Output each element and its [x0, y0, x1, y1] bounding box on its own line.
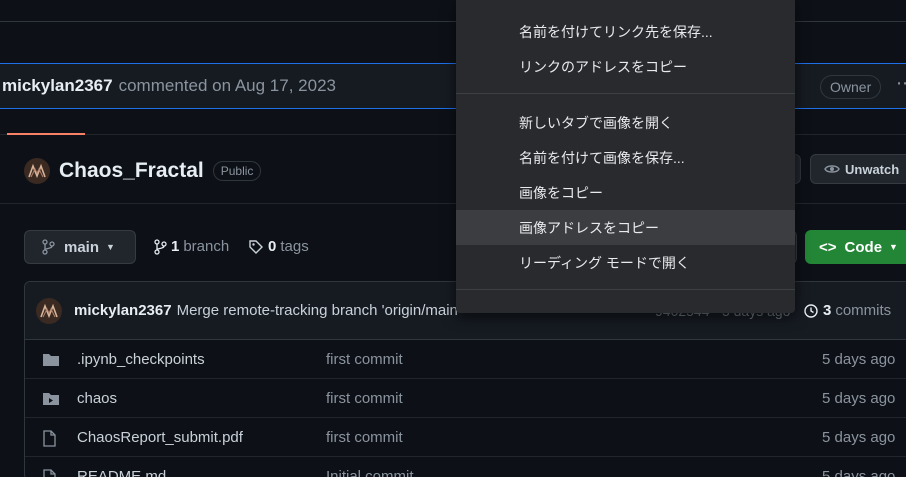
- unwatch-label: Unwatch: [845, 161, 900, 177]
- tag-count-label: tags: [280, 238, 309, 255]
- branch-icon: [42, 239, 55, 255]
- commit-author-avatar: [36, 297, 62, 324]
- file-name[interactable]: README.md: [77, 468, 166, 477]
- history-icon: [804, 303, 818, 318]
- code-icon: <>: [819, 238, 837, 256]
- menu-item-copy-image[interactable]: 画像をコピー: [456, 175, 795, 210]
- file-row[interactable]: .ipynb_checkpoints first commit 5 days a…: [25, 340, 906, 379]
- file-age: 5 days ago: [822, 429, 896, 446]
- branch-count: 1: [171, 238, 180, 255]
- comment-timestamp[interactable]: commented on Aug 17, 2023: [119, 76, 336, 96]
- menu-item-copy-link-address[interactable]: リンクのアドレスをコピー: [456, 49, 795, 84]
- tag-icon: [249, 239, 263, 254]
- tags-link[interactable]: 0 tags: [248, 238, 309, 255]
- file-commit-message[interactable]: Initial commit: [326, 468, 414, 477]
- unwatch-button[interactable]: Unwatch: [810, 154, 906, 184]
- menu-separator: [456, 289, 795, 290]
- submodule-icon: [42, 391, 60, 410]
- menu-item-copy-image-address[interactable]: 画像アドレスをコピー: [456, 210, 795, 245]
- repo-name[interactable]: Chaos_Fractal: [59, 159, 204, 183]
- commits-link[interactable]: 3 commits: [803, 302, 891, 319]
- kebab-menu-icon[interactable]: ⋯: [896, 73, 906, 94]
- file-row[interactable]: ChaosReport_submit.pdf first commit 5 da…: [25, 418, 906, 457]
- branch-select-button[interactable]: main ▼: [24, 230, 136, 264]
- file-age: 5 days ago: [822, 351, 896, 368]
- file-icon: [42, 469, 57, 477]
- menu-item-save-link-as[interactable]: 名前を付けてリンク先を保存...: [456, 14, 795, 49]
- file-commit-message[interactable]: first commit: [326, 429, 403, 446]
- branch-icon: [154, 238, 167, 255]
- tag-count: 0: [268, 238, 277, 255]
- folder-icon: [42, 352, 60, 371]
- active-tab-indicator: [7, 133, 85, 135]
- chevron-down-icon: ▼: [889, 242, 898, 252]
- file-row[interactable]: chaos first commit 5 days ago: [25, 379, 906, 418]
- owner-badge: Owner: [820, 75, 882, 99]
- commit-count: 3: [823, 302, 832, 319]
- comment-author-link[interactable]: mickylan2367: [2, 76, 113, 96]
- visibility-badge: Public: [212, 161, 262, 181]
- menu-item-open-reading-mode[interactable]: リーディング モードで開く: [456, 245, 795, 280]
- branches-link[interactable]: 1 branch: [153, 238, 229, 255]
- file-name[interactable]: .ipynb_checkpoints: [77, 351, 205, 368]
- commit-count-label: commits: [835, 302, 892, 319]
- branch-name: main: [64, 238, 100, 256]
- repo-title-row: Chaos_Fractal Public: [24, 155, 262, 187]
- chevron-down-icon: ▼: [106, 242, 115, 252]
- file-age: 5 days ago: [822, 468, 896, 477]
- file-name[interactable]: ChaosReport_submit.pdf: [77, 429, 243, 446]
- commit-message[interactable]: Merge remote-tracking branch 'origin/mai…: [177, 302, 458, 319]
- code-button[interactable]: <> Code ▼: [805, 230, 906, 264]
- menu-item-open-image-new-tab[interactable]: 新しいタブで画像を開く: [456, 105, 795, 140]
- file-commit-message[interactable]: first commit: [326, 351, 403, 368]
- context-menu: 名前を付けてリンク先を保存... リンクのアドレスをコピー 新しいタブで画像を開…: [456, 0, 795, 313]
- file-icon: [42, 430, 57, 451]
- eye-icon: [824, 165, 840, 173]
- file-commit-message[interactable]: first commit: [326, 390, 403, 407]
- code-button-label: Code: [844, 238, 883, 256]
- menu-item-save-image-as[interactable]: 名前を付けて画像を保存...: [456, 140, 795, 175]
- file-age: 5 days ago: [822, 390, 896, 407]
- commit-author[interactable]: mickylan2367: [74, 302, 172, 319]
- branch-count-label: branch: [183, 238, 230, 255]
- file-row[interactable]: README.md Initial commit 5 days ago: [25, 457, 906, 477]
- file-name[interactable]: chaos: [77, 390, 117, 407]
- menu-separator: [456, 93, 795, 94]
- owner-avatar: [24, 158, 50, 184]
